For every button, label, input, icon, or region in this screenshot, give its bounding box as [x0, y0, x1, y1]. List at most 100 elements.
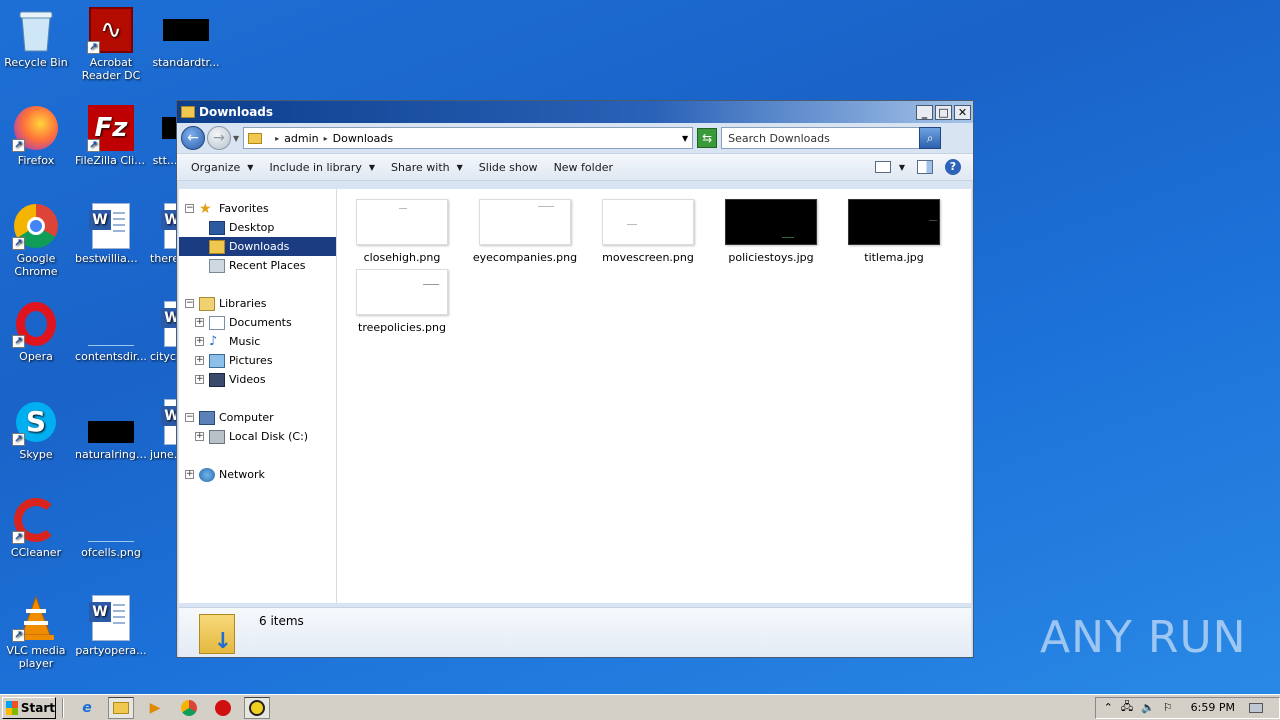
file-list[interactable]: closehigh.png eyecompanies.png movescree…: [337, 189, 971, 603]
navigation-pane[interactable]: − ★ Favorites Desktop Downloads Recent P…: [179, 189, 337, 603]
nav-libraries[interactable]: − Libraries: [179, 294, 336, 313]
desktop-icon-vlc[interactable]: ↗ VLC media player: [0, 594, 72, 670]
clock[interactable]: 6:59 PM: [1191, 701, 1235, 714]
window-title: Downloads: [199, 105, 274, 119]
collapse-icon[interactable]: −: [185, 413, 194, 422]
media-player-icon[interactable]: ▶: [142, 697, 168, 719]
desktop-icon-partyopera[interactable]: W partyopera...: [75, 594, 147, 657]
chevron-right-icon[interactable]: ▸: [324, 134, 328, 143]
expand-icon[interactable]: +: [195, 432, 204, 441]
chrome-icon[interactable]: [176, 697, 202, 719]
desktop-icon-label: Acrobat Reader DC: [81, 56, 141, 82]
address-bar[interactable]: ▸ admin ▸ Downloads ▼: [243, 127, 694, 149]
include-in-library-menu[interactable]: Include in library ▼: [261, 161, 383, 174]
explorer-taskbar-button[interactable]: [108, 696, 134, 719]
firefox-icon: ↗: [12, 104, 60, 152]
nav-videos[interactable]: + Videos: [179, 370, 336, 389]
clock-app-icon[interactable]: [244, 696, 270, 719]
expand-icon[interactable]: +: [195, 356, 204, 365]
new-folder-button[interactable]: New folder: [546, 161, 621, 174]
search-icon[interactable]: ⌕: [919, 127, 942, 149]
desktop-icon-firefox[interactable]: ↗ Firefox: [0, 104, 72, 167]
expand-icon[interactable]: +: [195, 375, 204, 384]
address-history-dropdown[interactable]: ▼: [682, 134, 688, 143]
desktop-icon-label: standardtr...: [152, 56, 220, 69]
desktop-icon-ccleaner[interactable]: ↗ CCleaner: [0, 496, 72, 559]
collapse-icon[interactable]: −: [185, 204, 194, 213]
desktop-icon-standardtr[interactable]: standardtr...: [150, 6, 222, 69]
recent-places-icon: [209, 258, 225, 273]
network-icon: [199, 467, 215, 482]
back-button[interactable]: ←: [181, 126, 205, 150]
file-item[interactable]: eyecompanies.png: [470, 199, 580, 264]
refresh-button[interactable]: ⇆: [697, 128, 718, 148]
nav-documents[interactable]: + Documents: [179, 313, 336, 332]
expand-icon[interactable]: +: [195, 318, 204, 327]
explorer-window[interactable]: Downloads _ □ ✕ ← → ▼ ▸ admin ▸ Download…: [176, 100, 974, 658]
chevron-right-icon[interactable]: ▸: [275, 134, 279, 143]
nav-network[interactable]: + Network: [179, 465, 336, 484]
desktop-icon-chrome[interactable]: ↗ Google Chrome: [0, 202, 72, 278]
network-status-icon[interactable]: 🖧: [1121, 698, 1133, 717]
nav-downloads[interactable]: Downloads: [179, 237, 336, 256]
desktop-icon-opera[interactable]: ↗ Opera: [0, 300, 72, 363]
desktop-icon-contentsdir[interactable]: contentsdir...: [75, 300, 147, 363]
pictures-icon: [209, 353, 225, 368]
start-button[interactable]: Start: [2, 696, 56, 719]
image-thumbnail-icon: [87, 398, 135, 446]
share-with-menu[interactable]: Share with ▼: [383, 161, 471, 174]
view-options-dropdown[interactable]: ▼: [899, 163, 905, 172]
minimize-button[interactable]: _: [916, 104, 933, 120]
desktop-icon-naturalringt[interactable]: naturalringt...: [75, 398, 147, 461]
nav-pictures[interactable]: + Pictures: [179, 351, 336, 370]
nav-computer[interactable]: − Computer: [179, 408, 336, 427]
shortcut-arrow-icon: ↗: [12, 433, 25, 446]
forward-button[interactable]: →: [207, 126, 231, 150]
internet-explorer-icon[interactable]: e: [74, 697, 100, 719]
action-center-flag-icon[interactable]: ⚐: [1163, 701, 1173, 714]
file-item[interactable]: treepolicies.png: [347, 269, 457, 334]
nav-local-disk[interactable]: + Local Disk (C:): [179, 427, 336, 446]
chevron-up-icon[interactable]: ⌃: [1104, 701, 1113, 714]
nav-music[interactable]: + ♪ Music: [179, 332, 336, 351]
desktop-icon-acrobat[interactable]: ∿ ↗ Acrobat Reader DC: [75, 6, 147, 82]
preview-pane-icon[interactable]: [917, 160, 933, 174]
desktop-icon-label: bestwilliam.rtf: [75, 252, 147, 265]
file-item[interactable]: policiestoys.jpg: [716, 199, 826, 264]
desktop-icon-filezilla[interactable]: Fz ↗ FileZilla Client: [75, 104, 147, 167]
expand-icon[interactable]: +: [195, 337, 204, 346]
desktop-icon-recycle-bin[interactable]: Recycle Bin: [0, 6, 72, 69]
nav-recent-places[interactable]: Recent Places: [179, 256, 336, 275]
slide-show-button[interactable]: Slide show: [471, 161, 546, 174]
window-titlebar[interactable]: Downloads _ □ ✕: [177, 101, 973, 123]
volume-icon[interactable]: 🔈: [1141, 701, 1155, 714]
maximize-button[interactable]: □: [935, 104, 952, 120]
collapse-icon[interactable]: −: [185, 299, 194, 308]
breadcrumb-admin[interactable]: admin: [284, 132, 318, 145]
desktop-icon-ofcells[interactable]: ofcells.png: [75, 496, 147, 559]
search-input[interactable]: Search Downloads ⌕: [721, 127, 942, 149]
details-pane: 6 items: [179, 607, 971, 657]
nav-desktop[interactable]: Desktop: [179, 218, 336, 237]
nav-favorites[interactable]: − ★ Favorites: [179, 199, 336, 218]
opera-icon[interactable]: [210, 697, 236, 719]
image-thumbnail: [356, 199, 448, 245]
help-icon[interactable]: ?: [945, 159, 961, 175]
recent-pages-dropdown[interactable]: ▼: [233, 134, 239, 143]
expand-icon[interactable]: +: [185, 470, 194, 479]
item-count: 6 items: [259, 614, 304, 628]
shortcut-arrow-icon: ↗: [87, 41, 100, 54]
desktop-icon-label: Google Chrome: [14, 252, 58, 278]
file-item[interactable]: titlema.jpg: [839, 199, 949, 264]
desktop-icon-label: VLC media player: [6, 644, 66, 670]
breadcrumb-downloads[interactable]: Downloads: [333, 132, 393, 145]
desktop-icon-bestwilliam[interactable]: W bestwilliam.rtf: [75, 202, 147, 265]
organize-menu[interactable]: Organize ▼: [183, 161, 261, 174]
show-desktop-button[interactable]: [1249, 702, 1263, 713]
vlc-cone-icon: ↗: [12, 594, 60, 642]
desktop-icon-skype[interactable]: S ↗ Skype: [0, 398, 72, 461]
change-view-icon[interactable]: [874, 161, 891, 173]
close-button[interactable]: ✕: [954, 104, 971, 120]
file-item[interactable]: movescreen.png: [593, 199, 703, 264]
file-item[interactable]: closehigh.png: [347, 199, 457, 264]
